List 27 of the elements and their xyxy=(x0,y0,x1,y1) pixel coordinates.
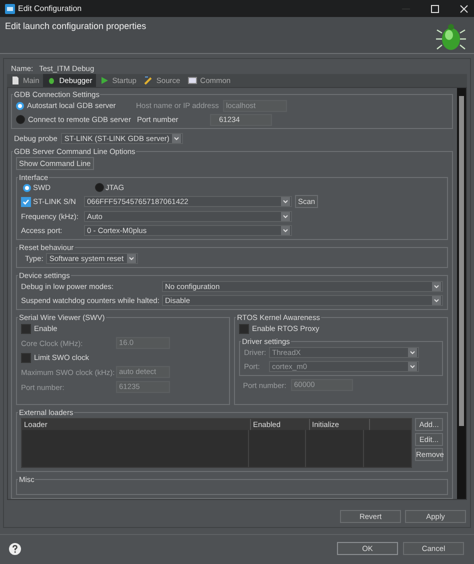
dialog-heading: Edit launch configuration properties xyxy=(5,21,146,33)
radio-button[interactable] xyxy=(16,115,25,124)
app-icon xyxy=(5,4,15,14)
caret-icon xyxy=(281,226,290,235)
source-icon xyxy=(144,76,154,86)
radio-button[interactable] xyxy=(16,102,24,110)
checkbox[interactable] xyxy=(21,196,31,206)
checkbox[interactable] xyxy=(239,324,249,334)
radio-button[interactable] xyxy=(23,184,31,192)
scrollbar[interactable] xyxy=(457,88,466,499)
radio-button[interactable] xyxy=(94,183,104,192)
maximize-icon[interactable] xyxy=(430,4,440,14)
common-icon xyxy=(188,76,198,86)
checkbox[interactable] xyxy=(21,352,31,362)
caret-icon xyxy=(172,134,182,142)
caret-icon xyxy=(126,254,136,263)
page-icon xyxy=(11,76,20,86)
caret-icon xyxy=(432,296,441,305)
caret-icon xyxy=(281,197,290,206)
window-title: Edit Configuration xyxy=(18,4,82,13)
checkbox[interactable] xyxy=(21,324,31,334)
caret-icon xyxy=(408,348,417,357)
caret-icon xyxy=(408,362,417,371)
caret-icon xyxy=(281,212,290,221)
close-icon[interactable] xyxy=(459,4,469,14)
caret-icon xyxy=(432,282,441,291)
help-icon[interactable] xyxy=(9,542,21,554)
